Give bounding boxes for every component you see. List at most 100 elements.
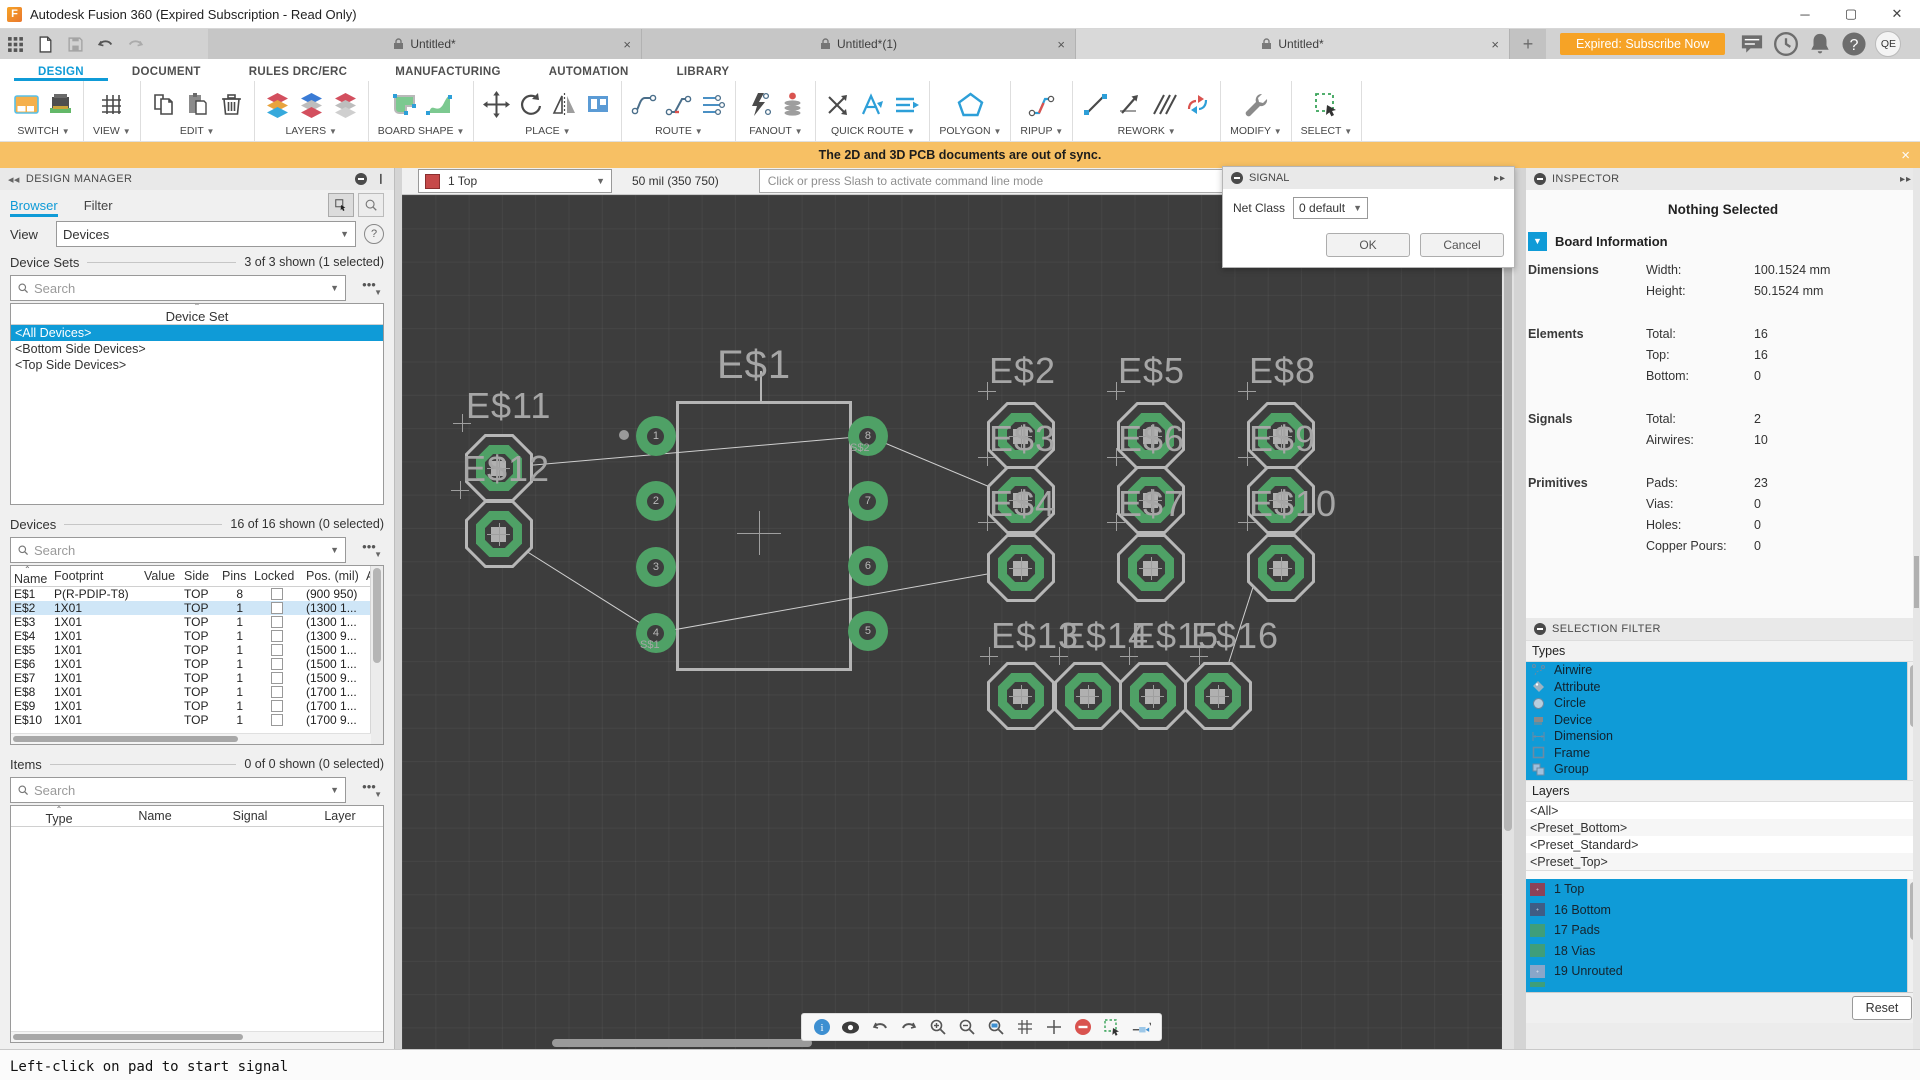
type-filter-circle[interactable]: Circle (1526, 695, 1908, 712)
active-layer-dropdown[interactable]: 1 Top ▼ (418, 169, 612, 193)
qr1-icon[interactable] (825, 91, 852, 118)
pad-3-e1[interactable]: 3 (636, 547, 676, 587)
ribbon-group-label[interactable]: SWITCH ▼ (17, 125, 69, 141)
line-icon[interactable] (1082, 91, 1109, 118)
close-button[interactable]: ✕ (1874, 0, 1920, 28)
ribbon-group-label[interactable]: MODIFY ▼ (1230, 125, 1281, 141)
component-label-e16[interactable]: E$16 (1191, 618, 1279, 654)
lines3-icon[interactable] (1150, 91, 1177, 118)
wrench-icon[interactable] (1242, 91, 1269, 118)
items-column-type[interactable]: ⌃Type (11, 806, 107, 827)
ribbon-group-label[interactable]: SELECT ▼ (1301, 125, 1353, 141)
swap-icon[interactable] (1184, 91, 1211, 118)
move-icon[interactable] (483, 91, 510, 118)
zoom-in-icon[interactable] (928, 1017, 948, 1037)
user-avatar[interactable]: QE (1875, 31, 1901, 57)
items-column-layer[interactable]: Layer (297, 806, 383, 827)
device-set-column-header[interactable]: ⌃Device Set (11, 304, 383, 325)
route1-icon[interactable] (631, 91, 658, 118)
undo-icon[interactable] (90, 29, 120, 59)
tab-filter[interactable]: Filter (84, 198, 113, 217)
layers3-icon[interactable] (332, 91, 359, 118)
mirror-icon[interactable] (551, 91, 578, 118)
board-icon[interactable] (13, 91, 40, 118)
tab-browser[interactable]: Browser (10, 198, 58, 217)
locked-checkbox[interactable] (271, 602, 283, 614)
locked-checkbox[interactable] (271, 672, 283, 684)
layer-preset-row[interactable]: <All> (1526, 802, 1920, 819)
device-sets-options-button[interactable]: •••▼ (354, 276, 384, 300)
tab-close-icon[interactable]: × (623, 37, 631, 52)
collapse-selection-filter-icon[interactable] (1534, 623, 1546, 635)
octagon-pad[interactable] (1247, 534, 1315, 602)
device-row-e6[interactable]: E$61X01TOP1(1500 1... (11, 657, 371, 671)
locked-checkbox[interactable] (271, 630, 283, 642)
device-row-e3[interactable]: E$31X01TOP1(1300 1... (11, 615, 371, 629)
help-icon[interactable]: ? (1841, 31, 1867, 57)
select-tool-button[interactable] (328, 193, 354, 217)
redo-icon[interactable] (899, 1017, 919, 1037)
devices-column-value[interactable]: Value (141, 566, 181, 587)
collapse-dialog-icon[interactable] (1231, 172, 1243, 184)
devices-column-pos-mil-[interactable]: Pos. (mil) (303, 566, 363, 587)
notifications-bell-icon[interactable] (1807, 31, 1833, 57)
canvas-horizontal-scrollbar[interactable] (552, 1039, 812, 1047)
dock-right-icon[interactable]: ▸▸ (1900, 174, 1912, 185)
grid-icon[interactable] (1015, 1017, 1035, 1037)
locked-checkbox[interactable] (271, 686, 283, 698)
stop-icon[interactable] (1073, 1017, 1093, 1037)
component-label-e2[interactable]: E$2 (989, 353, 1056, 389)
device-sets-search-input[interactable]: Search ▼ (10, 275, 346, 301)
pcb-canvas[interactable]: E$1E$11E$12E$2E$5E$8E$3E$6E$9E$4E$7E$10E… (402, 195, 1502, 1049)
type-filter-dimension[interactable]: Dimension (1526, 728, 1908, 745)
device-set-row[interactable]: <All Devices> (11, 325, 383, 341)
ribbon-group-label[interactable]: LAYERS ▼ (285, 125, 337, 141)
locked-checkbox[interactable] (271, 644, 283, 656)
devices-column-side[interactable]: Side (181, 566, 219, 587)
arrowx-icon[interactable] (1116, 91, 1143, 118)
marquee-icon[interactable] (1102, 1017, 1122, 1037)
type-filter-device[interactable]: Device (1526, 712, 1908, 729)
component-label-e12[interactable]: E$12 (462, 451, 550, 487)
locked-checkbox[interactable] (271, 714, 283, 726)
component-label-e1[interactable]: E$1 (717, 345, 791, 385)
menu-rules-drc-erc[interactable]: RULES DRC/ERC (225, 66, 371, 81)
type-filter-group[interactable]: Group (1526, 761, 1908, 778)
layer-row-19-unrouted[interactable]: 19 Unrouted (1526, 961, 1908, 982)
component-label-e9[interactable]: E$9 (1249, 421, 1316, 457)
select-icon[interactable] (1313, 91, 1340, 118)
redo-icon[interactable] (120, 29, 150, 59)
device-set-row[interactable]: <Top Side Devices> (11, 357, 383, 373)
document-tab-3[interactable]: Untitled*× (1076, 29, 1510, 59)
route3-icon[interactable] (699, 91, 726, 118)
menu-document[interactable]: DOCUMENT (108, 66, 225, 81)
component-label-e5[interactable]: E$5 (1118, 353, 1185, 389)
type-filter-attribute[interactable]: Attribute (1526, 679, 1908, 696)
zoom-out-icon[interactable] (957, 1017, 977, 1037)
type-filter-hole[interactable]: Hole (1526, 778, 1908, 781)
spline-icon[interactable] (425, 91, 452, 118)
new-tab-button[interactable]: + (1510, 29, 1546, 59)
device-row-e4[interactable]: E$41X01TOP1(1300 9... (11, 629, 371, 643)
component-label-e7[interactable]: E$7 (1118, 486, 1185, 522)
shape-icon[interactable] (391, 91, 418, 118)
items-search-input[interactable]: Search ▼ (10, 777, 346, 803)
rotate-icon[interactable] (517, 91, 544, 118)
document-tab-2[interactable]: Untitled*(1)× (642, 29, 1076, 59)
octagon-pad[interactable] (987, 534, 1055, 602)
app-grid-icon[interactable] (0, 29, 30, 59)
component-label-e3[interactable]: E$3 (989, 421, 1056, 457)
items-options-button[interactable]: •••▼ (354, 778, 384, 802)
layer-preset-row[interactable]: <Preset_Bottom> (1526, 819, 1920, 836)
octagon-pad[interactable] (1054, 662, 1122, 730)
net-class-dropdown[interactable]: 0 default ▼ (1293, 197, 1368, 219)
undo-icon[interactable] (870, 1017, 890, 1037)
view-dropdown[interactable]: Devices ▼ (56, 221, 356, 247)
zoom-tool-button[interactable] (358, 193, 384, 217)
device-row-e9[interactable]: E$91X01TOP1(1700 1... (11, 699, 371, 713)
expired-subscribe-button[interactable]: Expired: Subscribe Now (1560, 33, 1725, 55)
locked-checkbox[interactable] (271, 588, 283, 600)
expand-dialog-icon[interactable]: ▸▸ (1494, 173, 1506, 184)
pad-6-e1[interactable]: 6 (848, 546, 888, 586)
crosshair-icon[interactable] (1044, 1017, 1064, 1037)
